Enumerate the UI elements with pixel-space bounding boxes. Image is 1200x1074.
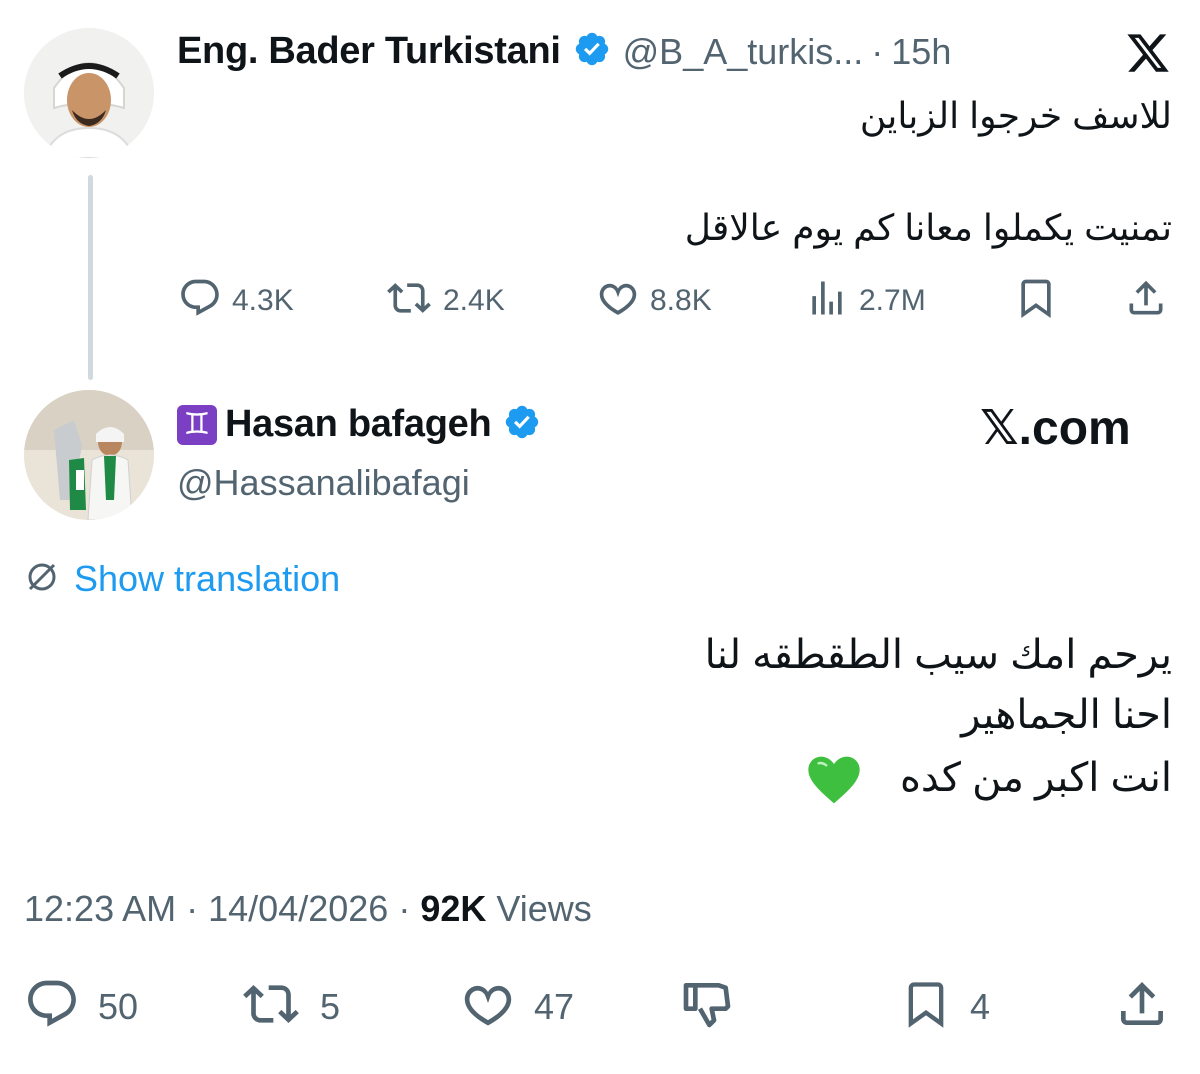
- verified-badge-icon: [573, 30, 611, 73]
- bookmark-icon: [1014, 276, 1058, 325]
- thumbs-down-icon: [678, 976, 736, 1037]
- views-label: Views: [496, 888, 592, 929]
- views-icon: [805, 276, 849, 325]
- heart-icon: [460, 976, 516, 1037]
- share-icon: [1114, 976, 1170, 1037]
- reply-tweet-header: ♊ Hasan bafageh: [177, 403, 541, 446]
- retweet-icon: [240, 976, 302, 1037]
- separator-dot: ·: [871, 30, 884, 72]
- show-translation-label[interactable]: Show translation: [74, 558, 340, 600]
- parent-tweet-header: Eng. Bader Turkistani @B_A_turkis... · 1…: [177, 30, 951, 73]
- views-count: 92K: [420, 888, 487, 929]
- separator-dot: ·: [398, 888, 411, 929]
- handle[interactable]: @Hassanalibafagi: [177, 462, 470, 504]
- like-count: 47: [534, 985, 575, 1027]
- display-name[interactable]: Hasan bafageh: [225, 403, 492, 446]
- parent-tweet-line-2: تمنيت يكملوا معانا كم يوم عالاقل: [684, 207, 1172, 248]
- reply-tweet-line-2: احنا الجماهير: [961, 693, 1172, 737]
- retweet-count: 5: [320, 985, 341, 1027]
- share-button[interactable]: [1124, 276, 1168, 325]
- share-button[interactable]: [1114, 976, 1170, 1037]
- retweet-count: 2.4K: [443, 283, 505, 317]
- bookmark-button[interactable]: [1014, 276, 1058, 325]
- tweet-meta: 12:23 AM · 14/04/2026 · 92K Views: [24, 888, 592, 930]
- avatar-bader[interactable]: [24, 28, 154, 158]
- separator-dot: ·: [186, 888, 199, 929]
- share-icon: [1124, 276, 1168, 325]
- reply-button[interactable]: 4.3K: [178, 276, 294, 325]
- retweet-button[interactable]: 2.4K: [385, 276, 505, 325]
- show-translation-link[interactable]: Show translation: [24, 558, 340, 600]
- retweet-icon: [385, 276, 433, 325]
- bookmark-button[interactable]: 4: [900, 976, 990, 1037]
- reply-count: 50: [98, 985, 139, 1027]
- reply-tweet-line-3: انت اكبر من كده: [899, 756, 1172, 800]
- heart-icon: [596, 276, 640, 325]
- views-count: 2.7M: [859, 283, 926, 317]
- translate-icon: [24, 559, 60, 600]
- views-button[interactable]: 2.7M: [805, 276, 926, 325]
- x-logo-icon[interactable]: [1125, 30, 1171, 81]
- reply-tweet-line-1: يرحم امك سيب الطقطقه لنا: [704, 633, 1172, 677]
- gemini-emoji: ♊: [177, 404, 217, 445]
- reply-count: 4.3K: [232, 283, 294, 317]
- tweet-time[interactable]: 12:23 AM: [24, 888, 176, 929]
- handle[interactable]: @B_A_turkis...: [623, 31, 864, 73]
- green-heart-icon: [808, 756, 860, 804]
- bookmark-count: 4: [970, 985, 991, 1027]
- avatar-hasan[interactable]: [24, 390, 154, 520]
- like-count: 8.8K: [650, 283, 712, 317]
- x-com-watermark: 𝕏.com: [980, 402, 1131, 455]
- avatar-illustration: [24, 28, 154, 158]
- bookmark-icon: [900, 976, 952, 1037]
- reply-icon: [24, 976, 80, 1037]
- timestamp[interactable]: 15h: [891, 31, 951, 73]
- reply-button[interactable]: 50: [24, 976, 138, 1037]
- like-button[interactable]: 8.8K: [596, 276, 712, 325]
- thread-connector-line: [88, 175, 93, 380]
- tweet-date[interactable]: 14/04/2026: [208, 888, 388, 929]
- avatar-photo: [24, 390, 154, 520]
- like-button[interactable]: 47: [460, 976, 574, 1037]
- display-name[interactable]: Eng. Bader Turkistani: [177, 30, 561, 73]
- retweet-button[interactable]: 5: [240, 976, 340, 1037]
- parent-tweet-line-1: للاسف خرجوا الزباين: [859, 95, 1172, 136]
- verified-badge-icon: [503, 403, 541, 446]
- reply-icon: [178, 276, 222, 325]
- downvote-button[interactable]: [678, 976, 736, 1037]
